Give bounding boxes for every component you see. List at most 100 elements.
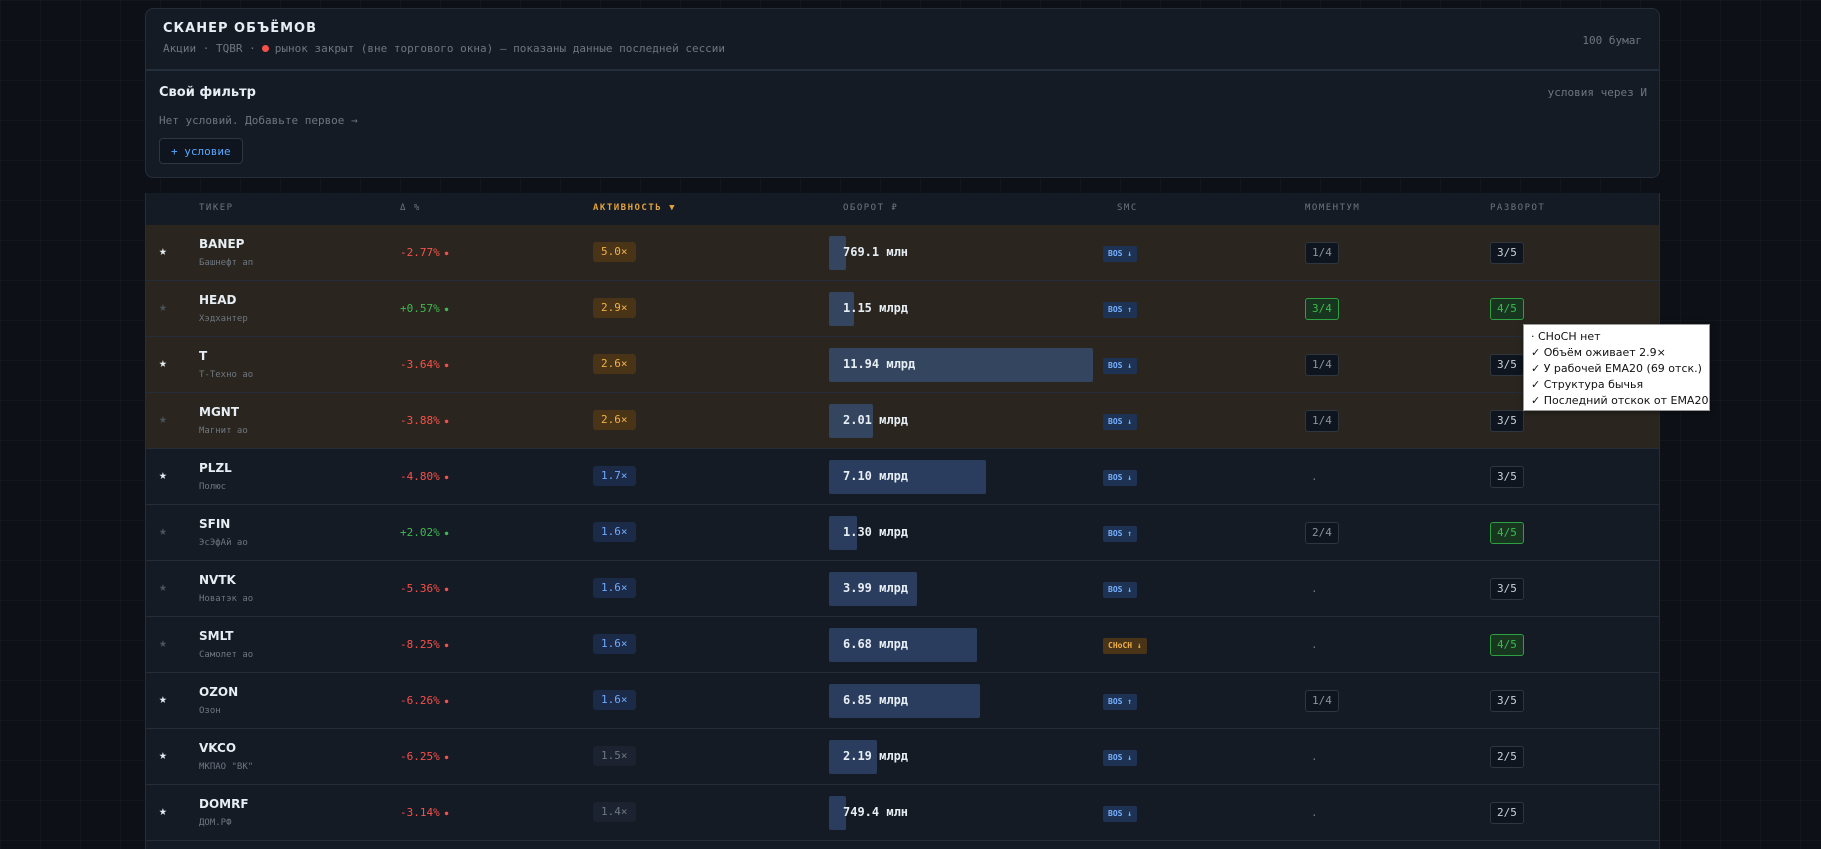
table-row[interactable]: ★ SFIN ЭсЭфАй ао +2.02% ● 1.6× 1.30 млрд … xyxy=(146,505,1659,561)
page-title: СКАНЕР ОБЪЁМОВ xyxy=(163,21,317,36)
column-turnover[interactable]: ОБОРОТ ₽ xyxy=(843,203,898,213)
star-icon[interactable]: ★ xyxy=(159,524,167,539)
table-row[interactable]: ★ T Т-Техно ао -3.64% ● 2.6× 11.94 млрд B… xyxy=(146,337,1659,393)
momentum-empty: · xyxy=(1311,585,1318,598)
trend-dot-icon: ● xyxy=(444,305,449,313)
company-name: Т-Техно ао xyxy=(199,370,254,380)
activity-badge: 1.6× xyxy=(593,690,636,710)
momentum-badge[interactable]: 1/4 xyxy=(1305,354,1339,376)
smc-badge[interactable]: CHoCH ↓ xyxy=(1103,638,1147,654)
scanner-table: ТИКЕР Δ % АКТИВНОСТЬ ▼ ОБОРОТ ₽ SMC МОМЕ… xyxy=(145,193,1660,849)
momentum-badge[interactable]: 1/4 xyxy=(1305,410,1339,432)
star-icon[interactable]: ★ xyxy=(159,468,167,483)
ticker-symbol[interactable]: PLZL xyxy=(199,461,232,475)
tooltip-line: ✓ Структура бычья xyxy=(1531,378,1644,391)
turnover-value: 6.68 млрд xyxy=(843,637,909,651)
momentum-badge[interactable]: 1/4 xyxy=(1305,242,1339,264)
turnover-value: 6.85 млрд xyxy=(843,693,909,707)
column-change[interactable]: Δ % xyxy=(400,203,421,213)
table-row[interactable]: ★ DOMRF ДОМ.РФ -3.14% ● 1.4× 749.4 млн BO… xyxy=(146,785,1659,841)
star-icon[interactable]: ★ xyxy=(159,804,167,819)
market-label: Акции · TQBR · xyxy=(163,42,256,55)
reversal-badge[interactable]: 3/5 xyxy=(1490,466,1524,488)
price-change-value: -2.77% xyxy=(400,246,440,259)
star-icon[interactable]: ★ xyxy=(159,244,167,259)
star-icon[interactable]: ★ xyxy=(159,412,167,427)
activity-badge: 2.9× xyxy=(593,298,636,318)
momentum-badge[interactable]: 1/4 xyxy=(1305,690,1339,712)
column-ticker[interactable]: ТИКЕР xyxy=(199,203,234,213)
turnover-value: 749.4 млн xyxy=(843,805,909,819)
company-name: Магнит ао xyxy=(199,426,248,436)
table-row[interactable]: ★ MGNT Магнит ао -3.88% ● 2.6× 2.01 млрд … xyxy=(146,393,1659,449)
price-change-value: -3.88% xyxy=(400,414,440,427)
ticker-symbol[interactable]: NVTK xyxy=(199,573,236,587)
star-icon[interactable]: ★ xyxy=(159,692,167,707)
reversal-badge[interactable]: 4/5 xyxy=(1490,634,1524,656)
add-condition-button[interactable]: + условие xyxy=(159,138,243,164)
table-row[interactable]: ★ HEAD Хэдхантер +0.57% ● 2.9× 1.15 млрд … xyxy=(146,281,1659,337)
table-row[interactable]: ★ BANEP Башнефт ап -2.77% ● 5.0× 769.1 мл… xyxy=(146,225,1659,281)
trend-dot-icon: ● xyxy=(444,809,449,817)
smc-badge[interactable]: BOS ↓ xyxy=(1103,358,1138,374)
ticker-symbol[interactable]: HEAD xyxy=(199,293,237,307)
reversal-badge[interactable]: 3/5 xyxy=(1490,690,1524,712)
tooltip-line: ✓ Последний отскок от EMA20 вверх xyxy=(1531,394,1709,407)
column-momentum[interactable]: МОМЕНТУМ xyxy=(1305,203,1360,213)
price-change-value: -3.14% xyxy=(400,806,440,819)
ticker-symbol[interactable]: SFIN xyxy=(199,517,230,531)
ticker-symbol[interactable]: OZON xyxy=(199,685,238,699)
price-change-value: -6.25% xyxy=(400,750,440,763)
column-activity[interactable]: АКТИВНОСТЬ ▼ xyxy=(593,203,676,213)
reversal-badge[interactable]: 3/5 xyxy=(1490,410,1524,432)
smc-badge[interactable]: BOS ↓ xyxy=(1103,246,1138,262)
reversal-badge[interactable]: 2/5 xyxy=(1490,746,1524,768)
smc-badge[interactable]: BOS ↓ xyxy=(1103,750,1138,766)
price-change: -6.25% ● xyxy=(400,750,448,763)
reversal-badge[interactable]: 4/5 xyxy=(1490,298,1524,320)
trend-dot-icon: ● xyxy=(444,753,449,761)
reversal-badge[interactable]: 2/5 xyxy=(1490,802,1524,824)
price-change-value: +0.57% xyxy=(400,302,440,315)
ticker-symbol[interactable]: DOMRF xyxy=(199,797,249,811)
star-icon[interactable]: ★ xyxy=(159,636,167,651)
momentum-badge[interactable]: 2/4 xyxy=(1305,522,1339,544)
reversal-badge[interactable]: 3/5 xyxy=(1490,578,1524,600)
table-row[interactable]: ★ NVTK Новатэк ао -5.36% ● 1.6× 3.99 млрд… xyxy=(146,561,1659,617)
table-row[interactable]: ★ SMLT Самолет ао -8.25% ● 1.6× 6.68 млрд… xyxy=(146,617,1659,673)
price-change-value: -3.64% xyxy=(400,358,440,371)
momentum-empty: · xyxy=(1311,473,1318,486)
smc-badge[interactable]: BOS ↓ xyxy=(1103,582,1138,598)
price-change: -6.26% ● xyxy=(400,694,448,707)
column-reversal[interactable]: РАЗВОРОТ xyxy=(1490,203,1545,213)
reversal-badge[interactable]: 3/5 xyxy=(1490,354,1524,376)
reversal-badge[interactable]: 4/5 xyxy=(1490,522,1524,544)
ticker-symbol[interactable]: MGNT xyxy=(199,405,239,419)
turnover-value: 769.1 млн xyxy=(843,245,909,259)
ticker-symbol[interactable]: VKCO xyxy=(199,741,236,755)
column-smc[interactable]: SMC xyxy=(1117,203,1138,213)
star-icon[interactable]: ★ xyxy=(159,748,167,763)
price-change: +2.02% ● xyxy=(400,526,448,539)
smc-badge[interactable]: BOS ↓ xyxy=(1103,806,1138,822)
table-row[interactable]: ★ OZON Озон -6.26% ● 1.6× 6.85 млрд BOS ↑… xyxy=(146,673,1659,729)
smc-badge[interactable]: BOS ↑ xyxy=(1103,302,1138,318)
smc-badge[interactable]: BOS ↓ xyxy=(1103,470,1138,486)
table-row[interactable]: ★ VKCO МКПАО "ВК" -6.25% ● 1.5× 2.19 млрд… xyxy=(146,729,1659,785)
reversal-badge[interactable]: 3/5 xyxy=(1490,242,1524,264)
ticker-symbol[interactable]: SMLT xyxy=(199,629,233,643)
turnover-value: 7.10 млрд xyxy=(843,469,909,483)
star-icon[interactable]: ★ xyxy=(159,356,167,371)
momentum-empty: · xyxy=(1311,641,1318,654)
filter-title: Свой фильтр xyxy=(159,85,256,100)
smc-badge[interactable]: BOS ↑ xyxy=(1103,694,1138,710)
star-icon[interactable]: ★ xyxy=(159,300,167,315)
trend-dot-icon: ● xyxy=(444,585,449,593)
momentum-badge[interactable]: 3/4 xyxy=(1305,298,1339,320)
star-icon[interactable]: ★ xyxy=(159,580,167,595)
ticker-symbol[interactable]: T xyxy=(199,349,207,363)
smc-badge[interactable]: BOS ↑ xyxy=(1103,526,1138,542)
smc-badge[interactable]: BOS ↓ xyxy=(1103,414,1138,430)
ticker-symbol[interactable]: BANEP xyxy=(199,237,244,251)
table-row[interactable]: ★ PLZL Полюс -4.80% ● 1.7× 7.10 млрд BOS … xyxy=(146,449,1659,505)
